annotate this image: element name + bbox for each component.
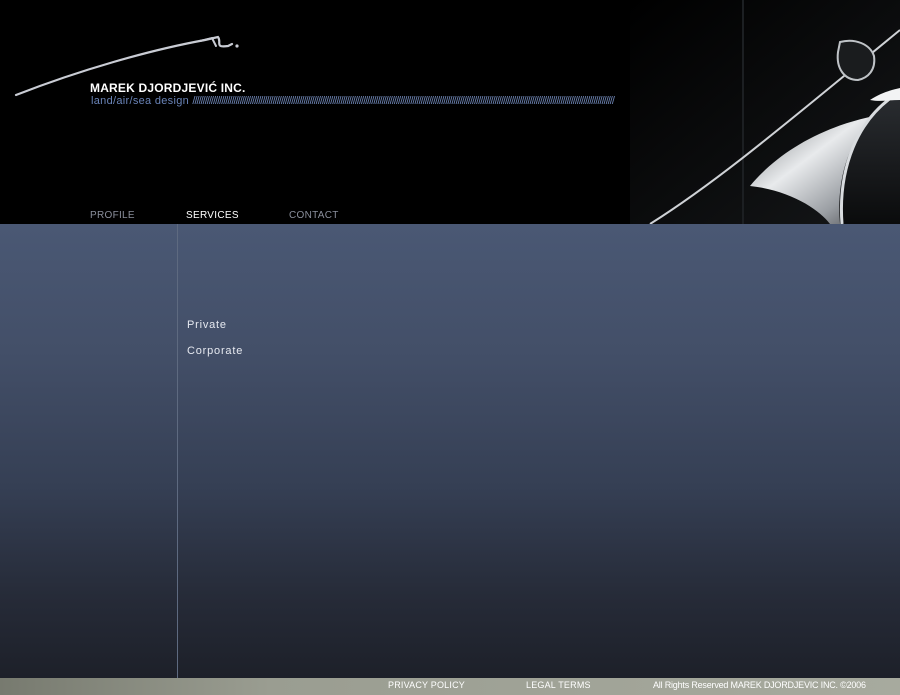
nav-profile[interactable]: PROFILE <box>90 210 135 221</box>
tagline-slashes: ////////////////////////////////////////… <box>192 95 615 107</box>
content-area: Private Corporate <box>0 224 900 678</box>
service-corporate-link[interactable]: Corporate <box>187 345 243 357</box>
header: MAREK DJORDJEVIĆ INC. land/air/sea desig… <box>0 0 900 224</box>
nav-contact[interactable]: CONTACT <box>289 210 339 221</box>
service-private-link[interactable]: Private <box>187 319 227 331</box>
brand-name: MAREK DJORDJEVIĆ INC. <box>90 81 246 95</box>
copyright-text: All Rights Reserved MAREK DJORDJEVIC INC… <box>653 680 866 690</box>
nav-services[interactable]: SERVICES <box>186 210 239 221</box>
legal-terms-link[interactable]: LEGAL TERMS <box>526 680 591 690</box>
footer: PRIVACY POLICY LEGAL TERMS All Rights Re… <box>0 678 900 695</box>
privacy-policy-link[interactable]: PRIVACY POLICY <box>388 680 465 690</box>
tagline-text: land/air/sea design <box>91 95 190 107</box>
vertical-divider <box>177 224 178 678</box>
tagline: land/air/sea design ////////////////////… <box>91 95 891 109</box>
car-hood-artwork <box>630 0 900 224</box>
